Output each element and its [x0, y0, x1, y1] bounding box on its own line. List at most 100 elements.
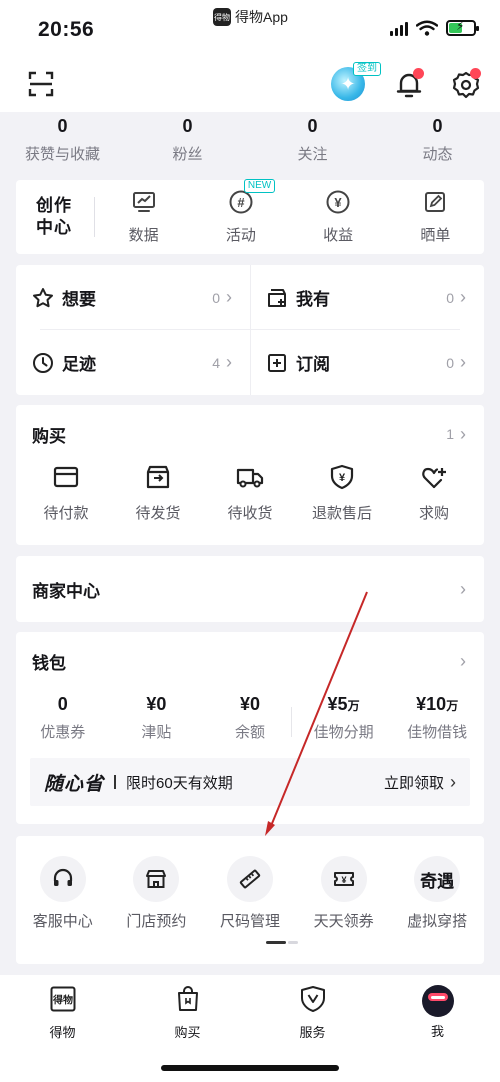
- page-indicator: [266, 941, 298, 944]
- ruler-icon: [239, 869, 261, 889]
- buy-item-refund[interactable]: ¥ 退款售后: [296, 463, 388, 523]
- service-size-management[interactable]: 尺码管理: [203, 856, 297, 931]
- tab-buy[interactable]: 购买: [125, 985, 250, 1041]
- wallet-value: 0: [57, 694, 68, 714]
- profile-stats: 0 获赞与收藏 0 粉丝 0 关注 0 动态: [0, 112, 500, 174]
- wallet-allowance[interactable]: ¥0 津贴: [110, 694, 204, 742]
- ticket-icon: ¥: [333, 872, 354, 886]
- plus-square-icon: [268, 353, 286, 372]
- chevron-right-icon: ›: [460, 650, 466, 671]
- stat-value: 0: [182, 116, 193, 136]
- creation-item-label: 活动: [225, 227, 256, 244]
- own-row[interactable]: 我有 0 ›: [250, 265, 484, 330]
- buy-item-pending-receipt[interactable]: 待收货: [204, 463, 296, 523]
- headset-icon: [53, 868, 72, 886]
- buy-header[interactable]: 购买 1 ›: [16, 405, 484, 463]
- chart-icon: [132, 192, 155, 212]
- wallet-coupons[interactable]: 0 优惠券: [16, 694, 110, 742]
- wifi-icon: [416, 20, 438, 36]
- service-label: 尺码管理: [219, 913, 280, 930]
- svg-text:¥: ¥: [341, 875, 346, 885]
- wallet-installments[interactable]: ¥5万 佳物分期: [297, 694, 391, 742]
- chevron-right-icon: ›: [460, 352, 466, 372]
- buy-item-label: 求购: [418, 505, 449, 522]
- want-row[interactable]: 想要 0 ›: [16, 265, 250, 330]
- wallet-label: 余额: [234, 724, 265, 741]
- buy-item-pending-payment[interactable]: 待付款: [20, 463, 112, 523]
- truck-icon: [236, 468, 264, 488]
- divider: [291, 707, 292, 737]
- creation-item-label: 收益: [323, 227, 354, 244]
- stat-value: 0: [57, 116, 68, 136]
- services-card: 客服中心 门店预约 尺码管理 ¥ 天天领券 奇遇 虚拟穿搭: [16, 836, 484, 964]
- wallet-value: ¥0: [146, 694, 167, 714]
- heart-plus-icon: [422, 467, 446, 489]
- stat-likes[interactable]: 0 获赞与收藏: [0, 112, 125, 174]
- wallet-label: 优惠券: [40, 724, 86, 741]
- svg-text:#: #: [237, 195, 245, 210]
- scan-icon[interactable]: [28, 71, 54, 97]
- tab-me[interactable]: 我: [375, 985, 500, 1041]
- settings-dot: [470, 68, 481, 79]
- own-label: 我有: [296, 290, 330, 309]
- service-virtual-tryon[interactable]: 奇遇 虚拟穿搭: [390, 856, 484, 931]
- dewu-logo-icon: 得物: [50, 986, 75, 1012]
- closet-plus-icon: [268, 288, 286, 307]
- wallet-value: ¥5: [327, 694, 348, 714]
- stat-posts[interactable]: 0 动态: [375, 112, 500, 174]
- wallet-loan[interactable]: ¥10万 佳物借钱: [390, 694, 484, 742]
- wallet-card: 钱包 › 0 优惠券 ¥0 津贴 ¥0 余额 ¥5万 佳物分期 ¥10万 佳物借…: [16, 632, 484, 824]
- clock-icon: [33, 352, 53, 373]
- promo-text: 限时60天有效期: [126, 774, 233, 792]
- stat-label: 获赞与收藏: [24, 146, 100, 163]
- promo-banner[interactable]: 随心省 限时60天有效期 立即领取 ›: [30, 758, 470, 806]
- wallet-label: 津贴: [141, 724, 172, 741]
- creation-item-earnings[interactable]: ¥ 收益: [290, 189, 387, 245]
- subscribe-label: 订阅: [296, 355, 330, 374]
- signal-icon: [390, 20, 408, 36]
- stat-followers[interactable]: 0 粉丝: [125, 112, 250, 174]
- stat-label: 关注: [297, 146, 328, 163]
- stat-value: 0: [307, 116, 318, 136]
- tab-dewu[interactable]: 得物 得物: [0, 985, 125, 1041]
- status-time: 20:56: [38, 18, 95, 41]
- status-app-name: 得物App: [235, 9, 288, 25]
- tab-label: 购买: [174, 1025, 201, 1040]
- wallet-label: 佳物分期: [313, 724, 374, 741]
- buy-item-pending-shipment[interactable]: 待发货: [112, 463, 204, 523]
- service-label: 天天领券: [313, 913, 374, 930]
- battery-icon: ⚡: [446, 19, 479, 36]
- buy-item-label: 待发货: [135, 505, 181, 522]
- subscribe-row[interactable]: 订阅 0 ›: [250, 330, 484, 395]
- divider: [40, 329, 460, 330]
- top-bar: ✦ 签到: [0, 62, 500, 112]
- service-store-booking[interactable]: 门店预约: [110, 856, 204, 931]
- stat-following[interactable]: 0 关注: [250, 112, 375, 174]
- history-row[interactable]: 足迹 4 ›: [16, 330, 250, 395]
- wallet-label: 佳物借钱: [407, 724, 468, 741]
- avatar: [421, 985, 454, 1017]
- creation-item-data[interactable]: 数据: [95, 189, 192, 245]
- wallet-header[interactable]: 钱包 ›: [16, 632, 484, 690]
- wallet-unit: 万: [347, 699, 360, 713]
- buy-item-wanted[interactable]: 求购: [388, 463, 480, 523]
- service-shield-icon: [300, 986, 325, 1012]
- creation-item-activity[interactable]: NEW # 活动: [192, 179, 289, 245]
- chevron-right-icon: ›: [460, 423, 466, 444]
- creation-center-title[interactable]: 创作 中心: [16, 195, 94, 239]
- notification-dot: [413, 68, 424, 79]
- sparkle-icon: ✦: [340, 73, 356, 94]
- buy-item-label: 退款售后: [311, 505, 372, 522]
- store-icon: [146, 870, 167, 888]
- tab-service[interactable]: 服务: [250, 985, 375, 1041]
- tab-label: 得物: [49, 1025, 76, 1040]
- service-daily-coupons[interactable]: ¥ 天天领券: [297, 856, 391, 931]
- merchant-center-row[interactable]: 商家中心 ›: [16, 556, 484, 622]
- promo-claim-button[interactable]: 立即领取: [384, 772, 444, 793]
- creation-item-showcase[interactable]: 晒单: [387, 189, 484, 245]
- creation-item-label: 晒单: [420, 227, 451, 244]
- service-customer-center[interactable]: 客服中心: [16, 856, 110, 931]
- qiyu-icon: 奇遇: [420, 871, 455, 891]
- wallet-balance[interactable]: ¥0 余额: [203, 694, 297, 742]
- chevron-right-icon: ›: [460, 287, 466, 307]
